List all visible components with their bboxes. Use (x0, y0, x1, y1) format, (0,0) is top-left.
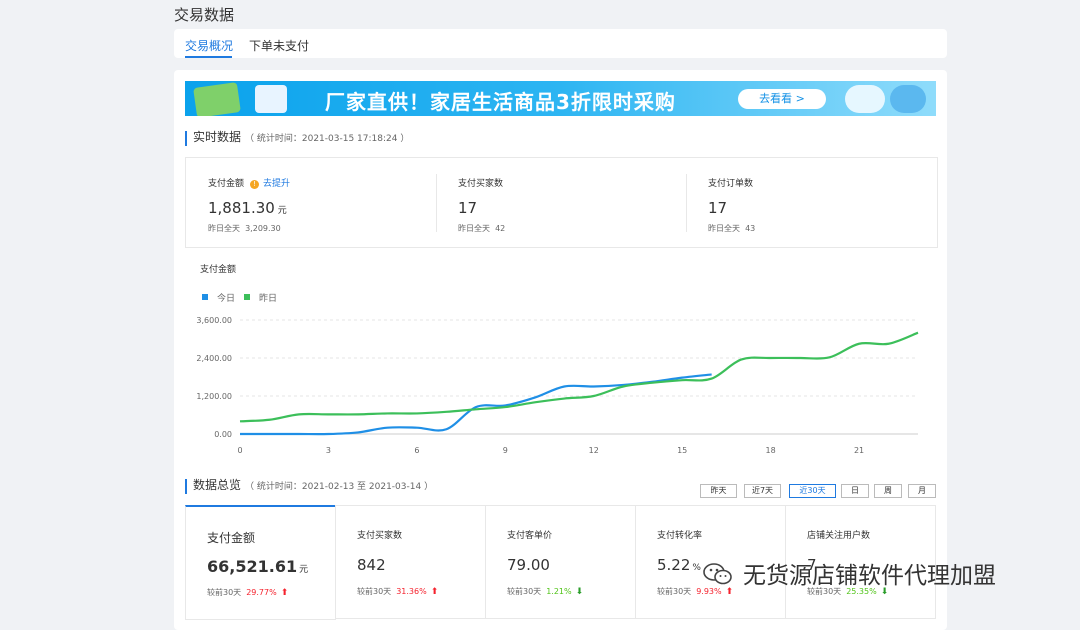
main-card: 厂家直供！家居生活商品3折限时采购 去看看 > 实时数据（ 统计时间：2021-… (174, 70, 947, 630)
watermark: 无货源店铺软件代理加盟 (703, 556, 996, 590)
y-tick-label: 1,200.00 (196, 392, 232, 401)
x-tick-label: 15 (677, 446, 687, 455)
watermark-text: 无货源店铺软件代理加盟 (743, 563, 996, 589)
y-tick-label: 2,400.00 (196, 354, 232, 363)
compare-value: 1.21% (546, 587, 572, 596)
series-line-yesterday (239, 331, 919, 423)
arrow-up-icon: ⬆ (430, 587, 439, 597)
overview-paying-buyers[interactable]: 支付买家数 842 较前30天 31.36% ⬆ (335, 505, 486, 619)
arrow-up-icon: ⬆ (280, 588, 289, 598)
tab-bar: 交易概况 下单未支付 (174, 29, 947, 58)
filter-7days[interactable]: 近7天 (744, 484, 781, 498)
chart-x-axis: 0 3 6 9 12 15 18 21 (237, 446, 864, 455)
overview-label: 支付转化率 (657, 531, 703, 541)
payment-amount-chart: 支付金额 今日 昨日 0.00 1,200.00 2,400.00 3,600.00 0… (196, 263, 919, 455)
page-title: 交易数据 (174, 6, 235, 24)
overview-value: 66,521.61 (207, 557, 298, 576)
arrow-down-icon: ⬇ (575, 587, 584, 597)
x-tick-label: 0 (237, 446, 242, 455)
y-tick-label: 3,600.00 (196, 316, 232, 325)
chart-title: 支付金额 (200, 263, 236, 275)
tab-active-indicator (185, 56, 232, 58)
legend-swatch (244, 294, 250, 300)
overview-section-title: 数据总览（ 统计时间：2021-02-13 至 2021-03-14 ） (185, 479, 433, 494)
chart-legend: 今日 昨日 (202, 292, 277, 304)
x-tick-label: 6 (414, 446, 419, 455)
x-tick-label: 18 (766, 446, 776, 455)
overview-avg-order-value[interactable]: 支付客单价 79.00 较前30天 1.21% ⬇ (485, 505, 636, 619)
filter-week[interactable]: 周 (874, 484, 902, 498)
overview-value: 842 (357, 556, 386, 574)
compare-label: 较前30天 (357, 587, 392, 596)
compare-label: 较前30天 (657, 587, 692, 596)
overview-unit: % (692, 563, 701, 573)
legend-label: 今日 (217, 292, 235, 304)
chart-grid: 0.00 1,200.00 2,400.00 3,600.00 (196, 316, 918, 439)
overview-unit: 元 (299, 565, 309, 575)
tab-unpaid-orders[interactable]: 下单未支付 (249, 37, 309, 54)
compare-value: 31.36% (396, 587, 427, 596)
filter-yesterday[interactable]: 昨天 (700, 484, 737, 498)
legend-label: 昨日 (259, 292, 277, 304)
overview-label: 支付金额 (207, 531, 256, 545)
compare-label: 较前30天 (207, 588, 242, 597)
x-tick-label: 9 (503, 446, 508, 455)
overview-title: 数据总览 (193, 478, 242, 492)
compare-value: 29.77% (246, 588, 277, 597)
y-tick-label: 0.00 (214, 430, 232, 439)
filter-month[interactable]: 月 (908, 484, 936, 498)
filter-30days[interactable]: 近30天 (789, 484, 836, 498)
overview-timestamp: （ 统计时间：2021-02-13 至 2021-03-14 ） (245, 482, 434, 492)
overview-payment-amount[interactable]: 支付金额 66,521.61 元 较前30天 29.77% ⬆ (185, 505, 336, 620)
x-tick-label: 21 (854, 446, 864, 455)
compare-label: 较前30天 (507, 587, 542, 596)
overview-label: 店铺关注用户数 (807, 531, 871, 541)
overview-value: 5.22 (657, 556, 691, 574)
x-tick-label: 3 (326, 446, 331, 455)
overview-label: 支付客单价 (507, 531, 553, 541)
wechat-icon (703, 563, 732, 585)
legend-swatch (202, 294, 208, 300)
chart-series (239, 331, 919, 436)
tab-trade-overview[interactable]: 交易概况 (185, 37, 233, 54)
x-tick-label: 12 (589, 446, 599, 455)
overview-value: 79.00 (507, 556, 550, 574)
overview-label: 支付买家数 (357, 531, 403, 541)
filter-day[interactable]: 日 (841, 484, 869, 498)
